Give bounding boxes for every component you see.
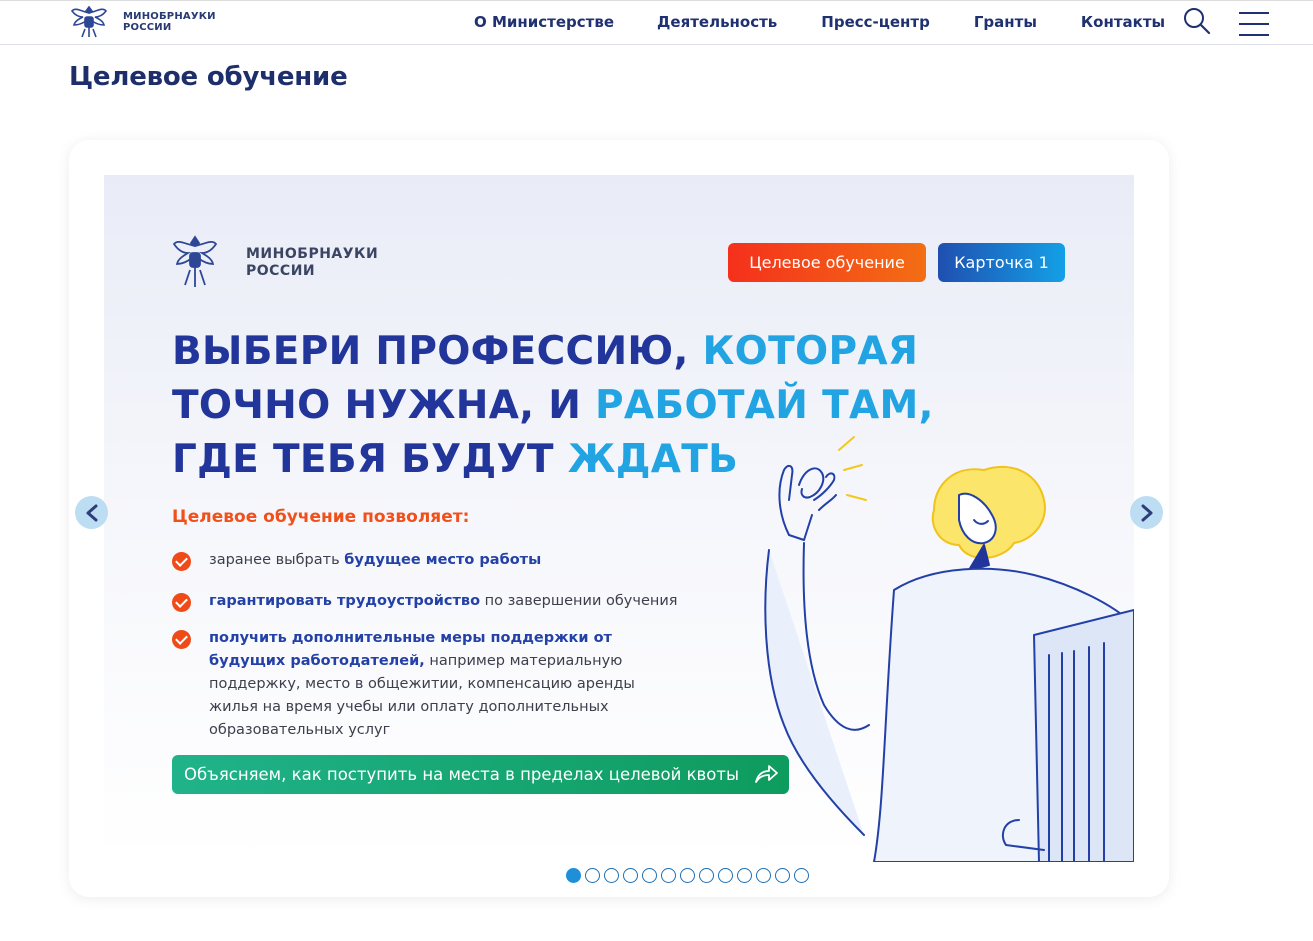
chevron-right-icon [1141, 504, 1152, 521]
carousel-dot[interactable] [737, 868, 752, 883]
carousel: МИНОБРНАУКИ РОССИИ Целевое обучение Карт… [69, 140, 1169, 897]
chevron-left-icon [86, 504, 97, 521]
hamburger-icon-line [1239, 12, 1269, 14]
nav-press-center[interactable]: Пресс-центр [821, 13, 930, 31]
carousel-dot[interactable] [699, 868, 714, 883]
carousel-dot[interactable] [623, 868, 638, 883]
headline-line-1: ВЫБЕРИ ПРОФЕССИЮ, КОТОРАЯ [172, 325, 934, 379]
logo-text: МИНОБРНАУКИ РОССИИ [123, 11, 216, 33]
carousel-next-button[interactable] [1130, 496, 1163, 529]
slide-logo-line-2: РОССИИ [246, 263, 316, 279]
headline-part: РАБОТАЙ ТАМ, [595, 383, 934, 428]
main-nav: О Министерстве Деятельность Пресс-центр … [474, 13, 1209, 31]
benefit-item: получить дополнительные меры поддержки о… [172, 627, 672, 742]
search-icon [1184, 8, 1211, 35]
logo-line-2: РОССИИ [123, 22, 172, 33]
carousel-dot[interactable] [718, 868, 733, 883]
benefit-text: гарантировать трудоустройство по заверше… [209, 590, 678, 613]
tag-target-education: Целевое обучение [728, 243, 926, 282]
carousel-dot[interactable] [566, 868, 581, 883]
benefit-text: заранее выбрать будущее место работы [209, 549, 541, 572]
hamburger-icon-line [1239, 34, 1269, 36]
nav-activity[interactable]: Деятельность [657, 13, 777, 31]
headline-part: ТОЧНО НУЖНА, И [172, 383, 582, 428]
check-icon [172, 552, 191, 571]
carousel-dot[interactable] [680, 868, 695, 883]
carousel-dot[interactable] [585, 868, 600, 883]
check-icon [172, 630, 191, 649]
cta-label: Объясняем, как поступить на места в пред… [184, 765, 740, 784]
carousel-dot[interactable] [756, 868, 771, 883]
headline-part: ЖДАТЬ [567, 437, 739, 482]
carousel-dot[interactable] [794, 868, 809, 883]
page-title: Целевое обучение [69, 62, 348, 92]
site-header: МИНОБРНАУКИ РОССИИ О Министерстве Деятел… [0, 0, 1313, 45]
cta-quota-button[interactable]: Объясняем, как поступить на места в пред… [172, 755, 789, 794]
headline-part: ВЫБЕРИ ПРОФЕССИЮ, [172, 329, 689, 374]
carousel-dot[interactable] [775, 868, 790, 883]
coat-of-arms-icon [172, 235, 218, 287]
benefit-plain: заранее выбрать [209, 552, 340, 568]
carousel-dot[interactable] [661, 868, 676, 883]
benefit-bold: будущее место работы [344, 552, 542, 568]
student-illustration [764, 436, 1134, 862]
tag-card-number: Карточка 1 [938, 243, 1065, 282]
benefit-bold: гарантировать трудоустройство [209, 593, 481, 609]
benefit-item: гарантировать трудоустройство по заверше… [172, 590, 678, 613]
carousel-pagination [566, 868, 813, 883]
coat-of-arms-icon [70, 5, 108, 38]
benefit-item: заранее выбрать будущее место работы [172, 549, 541, 572]
nav-grants[interactable]: Гранты [974, 13, 1037, 31]
ministry-logo[interactable]: МИНОБРНАУКИ РОССИИ [69, 3, 216, 41]
benefit-plain: по завершении обучения [484, 593, 678, 609]
headline-part: ГДЕ ТЕБЯ БУДУТ [172, 437, 554, 482]
benefit-text: получить дополнительные меры поддержки о… [209, 627, 672, 742]
hamburger-icon-line [1239, 23, 1269, 25]
nav-about-ministry[interactable]: О Министерстве [474, 13, 614, 31]
headline-part: КОТОРАЯ [702, 329, 919, 374]
carousel-dot[interactable] [604, 868, 619, 883]
nav-contacts[interactable]: Контакты [1081, 13, 1165, 31]
carousel-prev-button[interactable] [75, 496, 108, 529]
slide-logo-text: МИНОБРНАУКИ РОССИИ [246, 246, 378, 280]
benefits-title: Целевое обучение позволяет: [172, 507, 470, 527]
check-icon [172, 593, 191, 612]
carousel-dot[interactable] [642, 868, 657, 883]
menu-button[interactable] [1239, 12, 1269, 36]
logo-line-1: МИНОБРНАУКИ [123, 11, 216, 22]
carousel-slide: МИНОБРНАУКИ РОССИИ Целевое обучение Карт… [104, 175, 1134, 862]
slide-logo: МИНОБРНАУКИ РОССИИ [172, 233, 378, 293]
search-button[interactable] [1183, 7, 1211, 35]
slide-logo-line-1: МИНОБРНАУКИ [246, 246, 379, 262]
